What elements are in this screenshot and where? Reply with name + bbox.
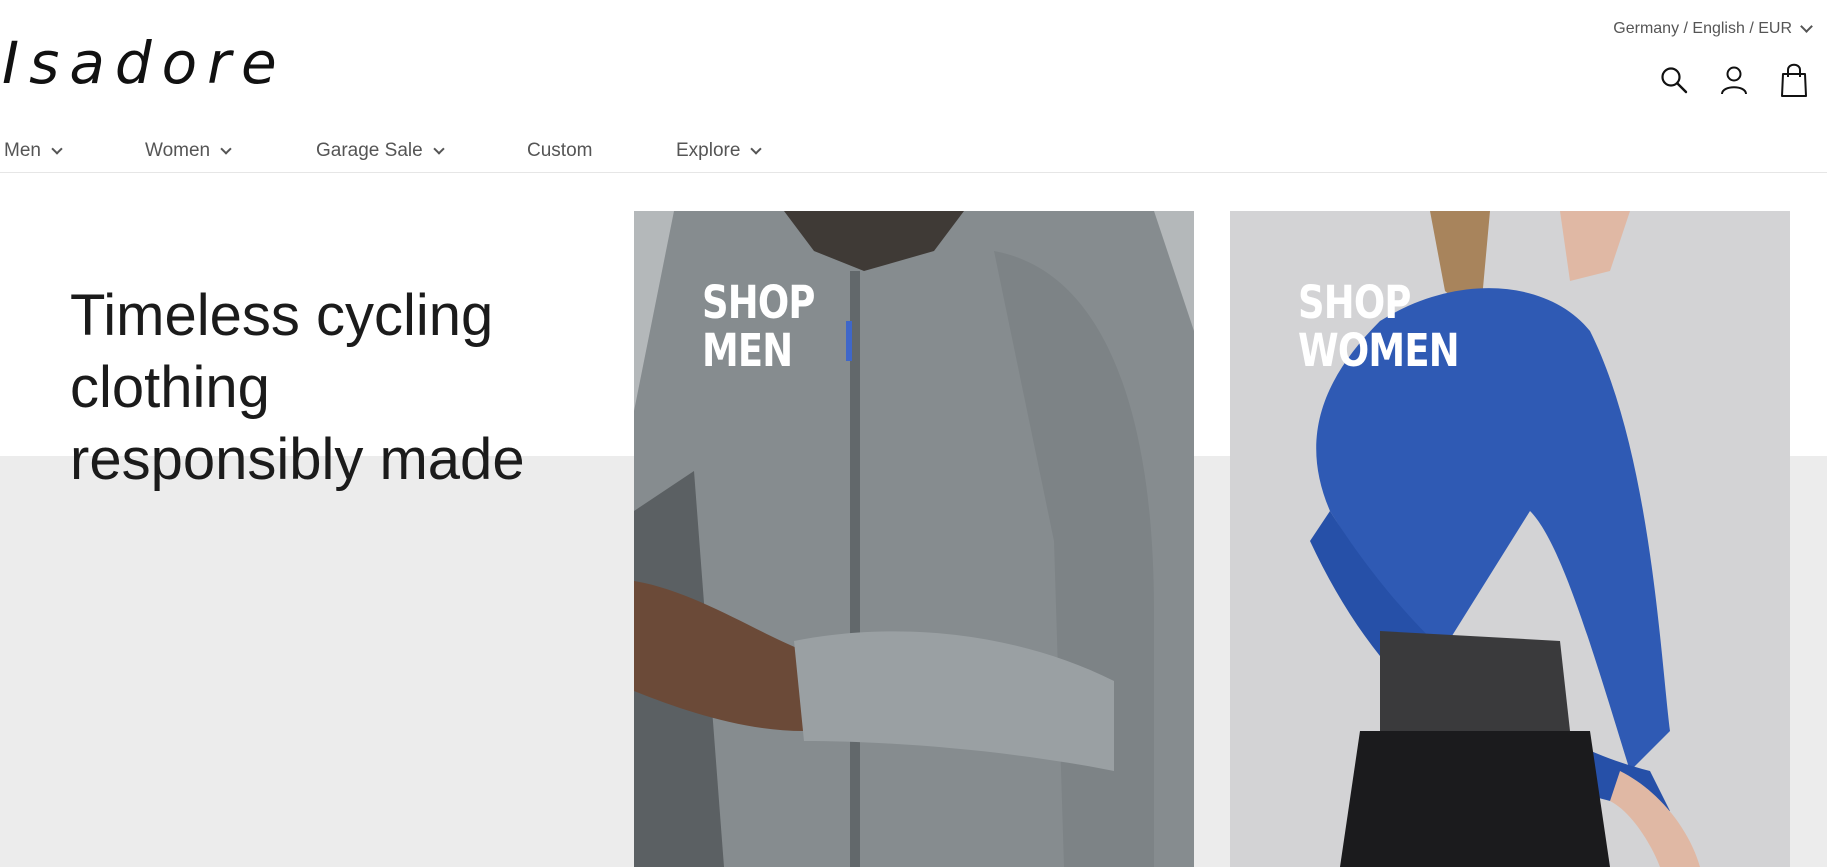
shop-men-label: SHOP MEN [702, 279, 815, 375]
chevron-down-icon [51, 142, 63, 155]
nav-item-label: Men [4, 140, 41, 161]
nav-item-label: Garage Sale [316, 140, 423, 161]
nav-item-label: Women [145, 140, 211, 161]
nav-item-label: Custom [527, 140, 593, 161]
shop-women-line2: WOMEN [1298, 324, 1460, 377]
chevron-down-icon [433, 142, 445, 155]
chevron-down-icon [220, 142, 232, 155]
locale-label: Germany / English / EUR [1613, 20, 1792, 37]
bag-icon[interactable] [1779, 62, 1809, 98]
hero-headline: Timeless cycling clothing responsibly ma… [70, 283, 525, 492]
shop-men-card[interactable]: SHOP MEN [634, 211, 1194, 867]
nav-item-women[interactable]: Women [145, 140, 316, 162]
shop-men-line2: MEN [702, 324, 793, 377]
nav-item-men[interactable]: Men [4, 140, 145, 162]
shop-women-card[interactable]: SHOP WOMEN [1230, 211, 1790, 867]
chevron-down-icon [1800, 20, 1813, 33]
isadore-logo[interactable]: Isadore [2, 34, 287, 92]
nav-item-custom[interactable]: Custom [527, 140, 676, 162]
nav-item-garage-sale[interactable]: Garage Sale [316, 140, 527, 162]
header-icons [1659, 62, 1809, 98]
shop-women-label: SHOP WOMEN [1298, 276, 1460, 377]
chevron-down-icon [750, 142, 763, 155]
locale-selector[interactable]: Germany / English / EUR [1613, 20, 1813, 38]
main-nav: Men Women Garage Sale Custom Explore [0, 140, 763, 162]
shop-women-line1: SHOP [1298, 276, 1411, 329]
nav-item-label: Explore [676, 140, 741, 161]
site-header: Isadore Germany / English / EUR Men Wome… [0, 0, 1827, 173]
search-icon[interactable] [1659, 62, 1689, 98]
nav-item-explore[interactable]: Explore [676, 140, 763, 162]
shop-men-line1: SHOP [702, 276, 815, 329]
user-icon[interactable] [1719, 62, 1749, 98]
